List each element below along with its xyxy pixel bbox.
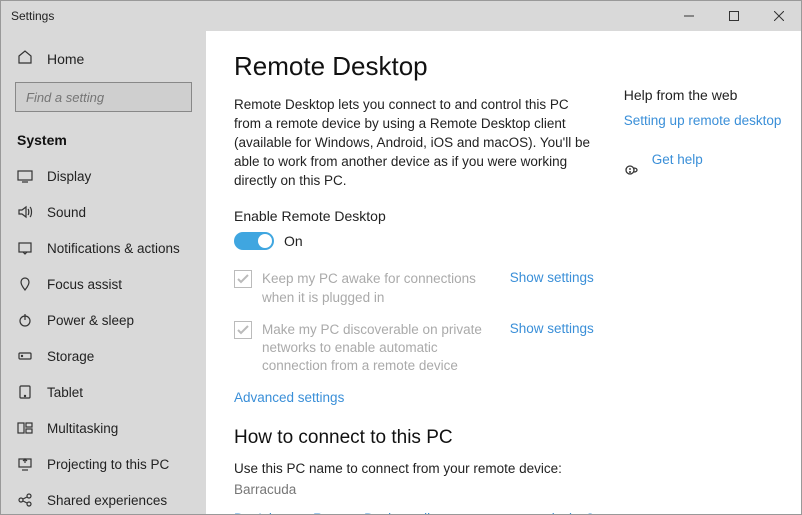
connect-heading: How to connect to this PC [234,427,594,449]
home-label: Home [47,51,84,67]
connect-text: Use this PC name to connect from your re… [234,461,594,476]
help-heading: Help from the web [624,87,782,103]
maximize-button[interactable] [711,1,756,31]
nav-label: Focus assist [47,277,122,292]
nav-storage[interactable]: Storage [1,338,206,374]
enable-remote-desktop-toggle[interactable] [234,232,274,250]
nav-display[interactable]: Display [1,158,206,194]
projecting-icon [17,456,33,472]
sidebar: Home System Display Sound [1,31,206,514]
advanced-settings-link[interactable]: Advanced settings [234,390,594,405]
tablet-icon [17,384,33,400]
nav-label: Multitasking [47,421,118,436]
nav-focus-assist[interactable]: Focus assist [1,266,206,302]
notifications-icon [17,240,33,256]
nav-notifications[interactable]: Notifications & actions [1,230,206,266]
discoverable-label: Make my PC discoverable on private netwo… [262,321,510,376]
no-client-link[interactable]: Don't have a Remote Desktop client on yo… [234,511,594,514]
help-panel: Help from the web Setting up remote desk… [594,51,782,514]
help-link[interactable]: Setting up remote desktop [624,113,782,128]
page-description: Remote Desktop lets you connect to and c… [234,96,594,190]
main-panel: Remote Desktop Remote Desktop lets you c… [206,31,801,514]
nav-label: Projecting to this PC [47,457,169,472]
nav-label: Tablet [47,385,83,400]
nav-label: Power & sleep [47,313,134,328]
power-icon [17,312,33,328]
nav-shared-experiences[interactable]: Shared experiences [1,482,206,514]
nav-label: Storage [47,349,94,364]
close-button[interactable] [756,1,801,31]
home-nav[interactable]: Home [1,41,206,76]
section-label: System [1,122,206,158]
nav-label: Notifications & actions [47,241,180,256]
nav-projecting[interactable]: Projecting to this PC [1,446,206,482]
nav-label: Shared experiences [47,493,167,508]
search-input[interactable] [24,89,206,106]
keep-awake-checkbox[interactable] [234,270,252,288]
enable-label: Enable Remote Desktop [234,208,594,224]
keep-awake-show-settings-link[interactable]: Show settings [510,270,594,285]
get-help-icon [624,162,640,181]
discoverable-checkbox[interactable] [234,321,252,339]
nav-label: Sound [47,205,86,220]
storage-icon [17,348,33,364]
toggle-state: On [284,233,303,249]
window-title: Settings [11,9,666,23]
titlebar: Settings [1,1,801,31]
nav-power-sleep[interactable]: Power & sleep [1,302,206,338]
nav-tablet[interactable]: Tablet [1,374,206,410]
get-help-link[interactable]: Get help [652,152,703,167]
minimize-button[interactable] [666,1,711,31]
nav-sound[interactable]: Sound [1,194,206,230]
home-icon [17,49,33,68]
discoverable-show-settings-link[interactable]: Show settings [510,321,594,336]
sound-icon [17,204,33,220]
display-icon [17,168,33,184]
multitasking-icon [17,420,33,436]
keep-awake-label: Keep my PC awake for connections when it… [262,270,510,306]
focus-assist-icon [17,276,33,292]
nav-label: Display [47,169,91,184]
page-title: Remote Desktop [234,51,594,82]
pc-name: Barracuda [234,482,594,497]
shared-experiences-icon [17,492,33,508]
nav-multitasking[interactable]: Multitasking [1,410,206,446]
search-box[interactable] [15,82,192,112]
toggle-knob [258,234,272,248]
